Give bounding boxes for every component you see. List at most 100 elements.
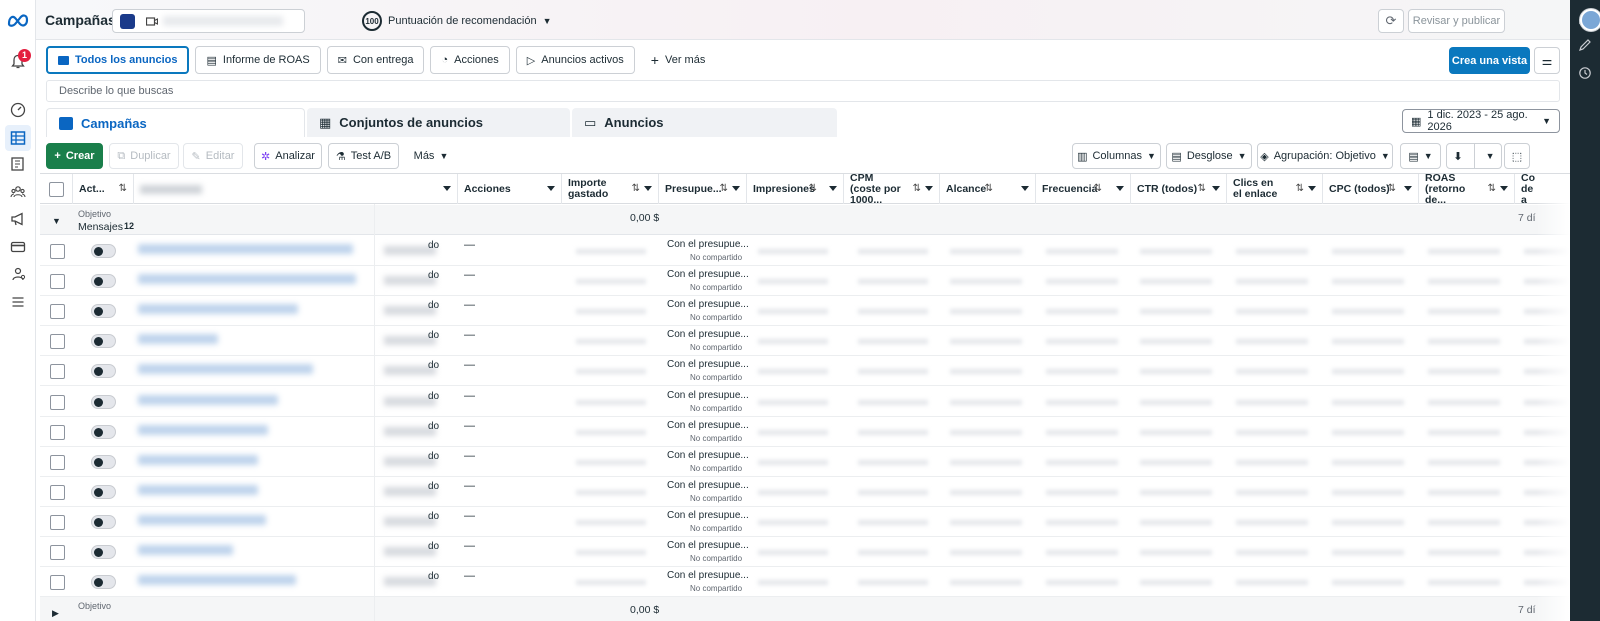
more-button[interactable]: Más ▼ — [406, 143, 456, 169]
campaign-toggle[interactable] — [91, 364, 116, 379]
table-row[interactable]: do — Con el presupue... No compartido — [40, 266, 1570, 297]
tab-roas-report[interactable]: ▤ Informe de ROAS — [195, 46, 321, 74]
create-view-button[interactable]: Crea una vista — [1449, 47, 1530, 74]
col-cpc[interactable]: CPC (todos) ⇅ — [1323, 174, 1419, 204]
row-checkbox[interactable] — [50, 304, 65, 320]
duplicate-button[interactable]: ⧉ Duplicar — [109, 143, 179, 169]
campaign-name-redacted[interactable] — [138, 244, 353, 254]
row-checkbox[interactable] — [50, 424, 65, 440]
campaign-toggle[interactable] — [91, 545, 116, 559]
row-checkbox[interactable] — [50, 545, 65, 560]
row-checkbox[interactable] — [50, 364, 65, 380]
tab-active-ads[interactable]: ▷ Anuncios activos — [515, 46, 635, 74]
table-row[interactable]: do — Con el presupue... No compartido — [40, 446, 1570, 477]
campaign-name-redacted[interactable] — [138, 364, 313, 375]
campaign-name-redacted[interactable] — [138, 394, 278, 405]
col-cpm[interactable]: CPM (coste por 1000... ⇅ — [844, 174, 940, 205]
audiences-icon[interactable] — [8, 182, 28, 202]
menu-hamburger-icon[interactable] — [8, 292, 28, 312]
analyze-button[interactable]: ✲ Analizar — [254, 143, 322, 169]
campaign-name-redacted[interactable] — [138, 334, 218, 345]
billing-card-icon[interactable] — [8, 237, 28, 257]
chart-toggle-button[interactable]: ⬚ — [1504, 143, 1530, 169]
table-row[interactable]: do — Con el presupue... No compartido — [40, 567, 1570, 598]
row-checkbox[interactable] — [50, 334, 65, 350]
col-campaign[interactable] — [134, 174, 458, 204]
recommendation-score[interactable]: 100 Puntuación de recomendación ▼ — [362, 11, 552, 31]
col-link-clicks[interactable]: Clics en el enlace ⇅ — [1227, 174, 1323, 204]
dashboard-gauge-icon[interactable] — [8, 100, 28, 120]
row-checkbox[interactable] — [50, 394, 65, 410]
campaign-toggle[interactable] — [91, 334, 116, 349]
campaign-name-redacted[interactable] — [138, 274, 356, 285]
tab-adsets[interactable]: ▦ Conjuntos de anuncios — [307, 108, 570, 137]
campaign-name-redacted[interactable] — [138, 514, 266, 525]
campaign-toggle[interactable] — [91, 514, 116, 529]
breakdown-button[interactable]: ▤ Desglose ▼ — [1166, 143, 1252, 169]
table-row[interactable]: do — Con el presupue... No compartido — [40, 296, 1570, 327]
row-checkbox[interactable] — [50, 454, 65, 470]
columns-button[interactable]: ▥ Columnas ▼ — [1072, 143, 1161, 169]
col-impressions[interactable]: Impresiones ⇅ — [747, 174, 844, 204]
refresh-button[interactable]: ⟳ — [1378, 9, 1404, 33]
table-row[interactable]: do — Con el presupue... No compartido — [40, 326, 1570, 357]
grouping-button[interactable]: ◈ Agrupación: Objetivo ▼ — [1257, 143, 1393, 169]
ad-account-selector[interactable] — [112, 9, 305, 33]
history-clock-icon[interactable] — [1578, 66, 1592, 80]
edit-button[interactable]: ✎ Editar — [183, 143, 243, 169]
reports-dropdown-button[interactable]: ▤ ▼ — [1400, 143, 1441, 169]
table-row[interactable]: do — Con el presupue... No compartido — [40, 356, 1570, 387]
campaign-toggle[interactable] — [91, 424, 116, 439]
business-settings-icon[interactable] — [8, 264, 28, 284]
table-row[interactable]: do — Con el presupue... No compartido — [40, 236, 1570, 266]
campaign-name-redacted[interactable] — [138, 454, 258, 465]
campaign-name-redacted[interactable] — [138, 424, 268, 435]
group-row-next[interactable]: ▶ Objetivo 0,00 $ 7 dí — [40, 597, 1570, 621]
row-checkbox[interactable] — [50, 514, 65, 530]
col-ctr[interactable]: CTR (todos) ⇅ — [1131, 174, 1227, 204]
campaign-name-redacted[interactable] — [138, 545, 233, 555]
col-frequency[interactable]: Frecuencia ⇅ — [1036, 174, 1131, 204]
table-row[interactable]: do — Con el presupue... No compartido — [40, 386, 1570, 417]
group-row-messages[interactable]: ▼ Objetivo Mensajes 12 0,00 $ 7 dí — [40, 205, 1570, 235]
campaign-name-redacted[interactable] — [138, 575, 296, 586]
search-input[interactable]: Describe lo que buscas — [46, 80, 1560, 102]
col-roas[interactable]: ROAS (retorno de... ⇅ — [1419, 174, 1515, 205]
reports-book-icon[interactable] — [8, 154, 28, 174]
ab-test-button[interactable]: ⚗ Test A/B — [328, 143, 399, 169]
row-checkbox[interactable] — [50, 274, 65, 290]
tab-campaigns[interactable]: Campañas — [46, 108, 305, 137]
campaigns-table-icon[interactable] — [5, 125, 31, 151]
table-row[interactable]: do — Con el presupue... No compartido — [40, 476, 1570, 507]
chevron-down-icon[interactable]: ▼ — [52, 216, 61, 226]
col-reach[interactable]: Alcance ⇅ — [940, 174, 1036, 204]
campaign-toggle[interactable] — [91, 304, 116, 319]
review-publish-button[interactable]: Revisar y publicar — [1408, 9, 1505, 33]
tab-with-delivery[interactable]: ✉ Con entrega — [326, 46, 425, 74]
tab-all-ads[interactable]: Todos los anuncios — [46, 46, 190, 74]
campaign-name-redacted[interactable] — [138, 304, 298, 315]
col-budget[interactable]: Presupue... ⇅ — [659, 174, 747, 204]
campaign-toggle[interactable] — [91, 394, 116, 409]
row-checkbox[interactable] — [50, 244, 65, 259]
select-all-checkbox[interactable] — [49, 181, 64, 197]
table-row[interactable]: do — Con el presupue... No compartido — [40, 506, 1570, 537]
row-checkbox[interactable] — [50, 575, 65, 591]
campaign-toggle[interactable] — [91, 274, 116, 289]
megaphone-icon[interactable] — [8, 209, 28, 229]
tab-actions[interactable]: ◔ Acciones — [430, 46, 510, 74]
col-actions[interactable]: Acciones — [458, 174, 562, 204]
tab-see-more[interactable]: + Ver más — [641, 46, 716, 74]
col-spent[interactable]: Importe gastado ⇅ — [562, 174, 659, 204]
view-settings-button[interactable]: ⚌ — [1534, 47, 1560, 74]
campaign-name-redacted[interactable] — [138, 484, 258, 495]
campaign-toggle[interactable] — [91, 244, 116, 258]
campaign-toggle[interactable] — [91, 575, 116, 590]
col-activity[interactable]: Act... ⇅ — [73, 174, 134, 204]
create-button[interactable]: + Crear — [46, 143, 103, 169]
chevron-right-icon[interactable]: ▶ — [52, 608, 59, 619]
campaign-toggle[interactable] — [91, 484, 116, 499]
avatar[interactable] — [1580, 9, 1600, 31]
export-button[interactable]: ⬇ ▼ — [1446, 143, 1502, 169]
table-row[interactable]: do — Con el presupue... No compartido — [40, 537, 1570, 567]
